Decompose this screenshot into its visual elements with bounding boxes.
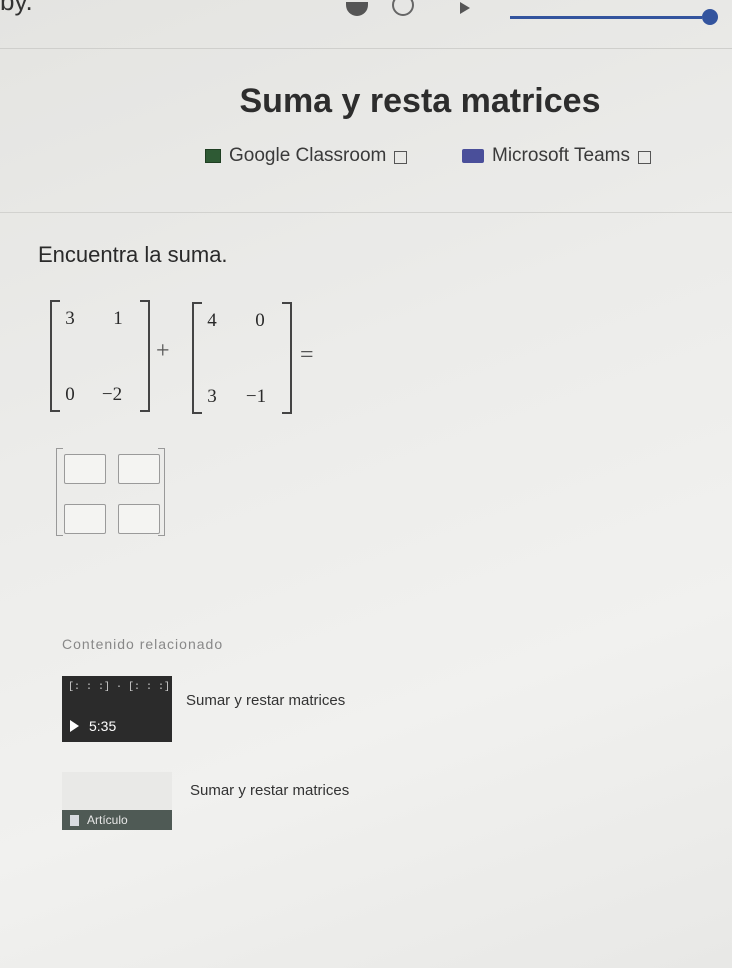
matrix-b-cell: 0 <box>255 310 265 331</box>
progress-bar[interactable] <box>510 16 710 19</box>
right-bracket <box>282 302 292 414</box>
right-bracket <box>140 300 150 412</box>
external-link-icon <box>394 150 408 164</box>
top-text-fragment: by. <box>0 0 33 16</box>
equals-sign: = <box>300 342 314 368</box>
microsoft-teams-label: Microsoft Teams <box>492 145 630 166</box>
plus-sign: + <box>156 338 170 364</box>
matrix-a-cell: 3 <box>65 308 75 329</box>
media-dot-icon[interactable] <box>346 2 368 16</box>
exercise-prompt: Encuentra la suma. <box>38 242 228 267</box>
matrix-a-cell: 1 <box>113 308 123 329</box>
google-classroom-link[interactable]: Google Classroom <box>205 145 408 167</box>
google-classroom-label: Google Classroom <box>229 145 387 166</box>
google-classroom-icon <box>205 149 221 163</box>
matrix-a: 3 1 0 −2 <box>50 300 150 412</box>
article-badge: Artículo <box>62 810 172 830</box>
replay-icon[interactable] <box>392 0 414 16</box>
answer-input[interactable] <box>118 454 160 484</box>
play-icon <box>70 720 79 732</box>
answer-input[interactable] <box>64 504 106 534</box>
video-duration-label: 5:35 <box>89 718 117 734</box>
microsoft-teams-link[interactable]: Microsoft Teams <box>462 145 651 167</box>
document-icon <box>70 814 79 826</box>
answer-left-bracket <box>56 448 63 536</box>
related-content-heading: Contenido relacionado <box>62 636 224 652</box>
top-toolbar: by. <box>0 0 732 49</box>
answer-input[interactable] <box>64 454 106 484</box>
page-title: Suma y resta matrices <box>239 82 601 120</box>
matrix-a-cell: −2 <box>101 384 123 405</box>
video-thumbnail[interactable]: [: : :] · [: : :] 5:35 <box>62 676 172 742</box>
answer-input[interactable] <box>118 504 160 534</box>
matrix-b-cell: 4 <box>207 310 217 331</box>
related-video-title[interactable]: Sumar y restar matrices <box>186 692 345 709</box>
matrix-b-cell: 3 <box>207 386 217 407</box>
video-duration: 5:35 <box>70 718 116 734</box>
play-icon[interactable] <box>460 2 470 14</box>
related-article-title[interactable]: Sumar y restar matrices <box>190 782 349 799</box>
matrix-b-cell: −1 <box>245 386 267 407</box>
microsoft-teams-icon <box>462 149 484 163</box>
article-badge-label: Artículo <box>87 813 128 827</box>
matrix-b: 4 0 3 −1 <box>192 302 292 414</box>
section-divider <box>0 212 732 213</box>
matrix-a-cell: 0 <box>65 384 75 405</box>
progress-fill <box>510 16 702 19</box>
video-thumbnail-text: [: : :] · [: : :] <box>68 682 171 693</box>
external-link-icon <box>637 150 651 164</box>
progress-knob[interactable] <box>702 9 718 25</box>
